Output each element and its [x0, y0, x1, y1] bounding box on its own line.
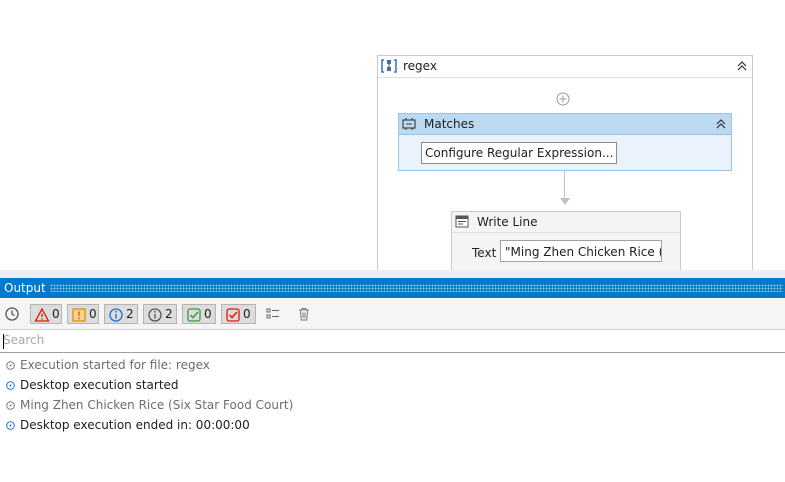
log-entry[interactable]: Desktop execution ended in: 00:00:00 [0, 416, 785, 436]
warning-icon [72, 308, 86, 322]
output-search-bar [0, 330, 785, 353]
matches-header[interactable]: Matches [399, 114, 731, 135]
success-count: 0 [204, 307, 212, 321]
clock-icon[interactable] [4, 306, 20, 322]
log-entry[interactable]: Execution started for file: regex [0, 356, 785, 376]
error-icon [34, 307, 50, 322]
matches-activity[interactable]: Matches Configure Regular Expression... [398, 113, 732, 171]
info-icon [6, 421, 15, 430]
workflow-designer-canvas[interactable]: regex Matches Configure Regular Expressi… [0, 0, 785, 270]
sequence-header[interactable]: regex [378, 56, 752, 78]
filter-fail-button[interactable]: 0 [221, 304, 256, 324]
filter-trace-button[interactable]: 2 [143, 304, 177, 324]
configure-regex-button[interactable]: Configure Regular Expression... [421, 142, 618, 164]
collapse-icon[interactable] [715, 118, 727, 130]
errors-count: 0 [52, 307, 60, 321]
info-icon [6, 381, 15, 390]
fail-check-icon [226, 308, 240, 322]
text-caret [3, 334, 4, 349]
filter-errors-button[interactable]: 0 [30, 304, 62, 324]
panel-drag-grip[interactable] [50, 284, 783, 292]
panel-splitter[interactable] [0, 270, 785, 278]
filter-info-button[interactable]: 2 [104, 304, 138, 324]
output-log-list: Execution started for file: regex Desktop… [0, 356, 785, 436]
sequence-title: regex [403, 59, 437, 73]
add-activity-icon[interactable] [556, 92, 570, 106]
text-property-label: Text [472, 246, 497, 260]
search-input[interactable] [3, 331, 763, 349]
log-message: Desktop execution started [20, 378, 179, 392]
log-entry[interactable]: Ming Zhen Chicken Rice (Six Star Food Co… [0, 396, 785, 416]
sequence-icon [381, 59, 397, 73]
write-line-icon [455, 215, 469, 228]
log-message: Ming Zhen Chicken Rice (Six Star Food Co… [20, 398, 294, 412]
trace-icon [6, 361, 15, 370]
matches-activity-icon [402, 118, 416, 130]
trace-icon [148, 308, 162, 322]
success-check-icon [187, 308, 201, 322]
flow-arrow-icon [560, 198, 570, 205]
fail-count: 0 [243, 307, 251, 321]
write-line-activity[interactable]: Write Line Text "Ming Zhen Chicken Rice … [451, 211, 681, 270]
collapse-icon[interactable] [736, 60, 748, 72]
log-message: Execution started for file: regex [20, 358, 210, 372]
log-entry[interactable]: Desktop execution started [0, 376, 785, 396]
output-panel: Output 0 0 2 2 0 0 Search Execution star… [0, 270, 785, 482]
filter-success-button[interactable]: 0 [182, 304, 216, 324]
text-property-input[interactable]: "Ming Zhen Chicken Rice (Six [500, 240, 662, 262]
output-title-bar[interactable]: Output [0, 278, 785, 298]
matches-title: Matches [424, 117, 475, 131]
filter-warnings-button[interactable]: 0 [67, 304, 99, 324]
output-title: Output [4, 281, 46, 295]
sequence-activity[interactable]: regex Matches Configure Regular Expressi… [377, 55, 753, 270]
list-settings-icon[interactable] [265, 306, 281, 322]
warnings-count: 0 [89, 307, 97, 321]
output-toolbar: 0 0 2 2 0 0 [0, 299, 785, 330]
flow-connector [564, 171, 565, 199]
trace-icon [6, 401, 15, 410]
trace-count: 2 [165, 307, 173, 321]
info-icon [109, 308, 123, 322]
log-message: Desktop execution ended in: 00:00:00 [20, 418, 250, 432]
info-count: 2 [126, 307, 134, 321]
write-line-header[interactable]: Write Line [452, 212, 680, 233]
trash-icon[interactable] [296, 306, 312, 322]
write-line-title: Write Line [477, 215, 538, 229]
